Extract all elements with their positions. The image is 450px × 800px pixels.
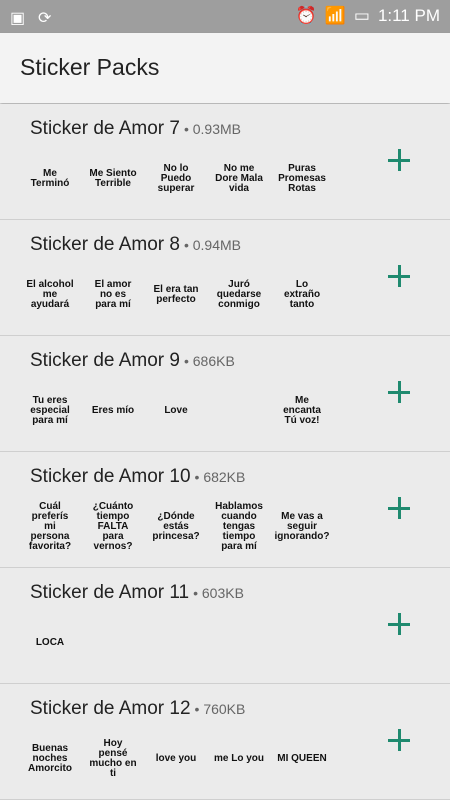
sticker-thumbnail: ¿Cuánto tiempo FALTA para vernos? [92,501,134,552]
sticker-thumbnail: Hablamos cuando tengas tiempo para mí [215,501,263,552]
sticker-thumbnail: MI QUEEN [277,753,327,764]
sticker-thumbnail [214,386,264,436]
battery-icon: ▭ [353,6,370,25]
add-pack-icon[interactable] [386,495,412,521]
sticker-thumbnails: Cuál preferís mi persona favorita? ¿Cuánt… [25,501,330,552]
sticker-thumbnail [151,618,201,668]
status-time: 1:11 PM [377,6,440,25]
sticker-pack-list[interactable]: Sticker de Amor 7 • 0.93MB Me Terminó Me Si… [0,104,450,800]
sticker-pack-row[interactable]: Sticker de Amor 7 • 0.93MB Me Terminó Me Si… [0,104,450,220]
alarm-icon: ⏰ [295,6,317,25]
sticker-thumbnail: ¿Dónde estás princesa? [152,511,200,542]
sticker-pack-name: Sticker de Amor 8 • 0.94MB [30,234,241,255]
sticker-pack-row[interactable]: Sticker de Amor 11 • 603KB LOCA [0,568,450,684]
add-pack-icon[interactable] [386,147,412,173]
sticker-thumbnail: Tu eres especial para mí [30,395,70,426]
sticker-thumbnail: El era tan perfecto [153,284,199,305]
sticker-thumbnail: Love [164,405,188,416]
sticker-thumbnail: LOCA [35,637,65,648]
sticker-pack-row[interactable]: Sticker de Amor 12 • 760KB Buenas noches A… [0,684,450,800]
sticker-pack-name: Sticker de Amor 7 • 0.93MB [30,118,241,139]
sticker-thumbnail: No me Dore Mala vida [215,163,263,194]
sticker-thumbnail: No lo Puedo superar [157,163,195,194]
add-pack-icon[interactable] [386,379,412,405]
sticker-thumbnail [214,618,264,668]
sticker-thumbnail: me Lo you [214,753,265,764]
sticker-thumbnail: Juró quedarse conmigo [216,279,262,310]
sticker-thumbnails: Me Terminó Me Siento Terrible No lo Puedo … [25,154,327,204]
sticker-pack-size: • 682KB [194,469,246,485]
sticker-pack-row[interactable]: Sticker de Amor 8 • 0.94MB El alcohol me a… [0,220,450,336]
sticker-pack-size: • 0.93MB [183,121,241,137]
sticker-thumbnail: Me Terminó [30,168,70,189]
sticker-pack-name: Sticker de Amor 11 • 603KB [30,582,244,603]
app-bar: Sticker Packs [0,33,450,103]
sticker-pack-size: • 760KB [194,701,246,717]
sticker-thumbnail: El amor no es para mí [94,279,132,310]
sticker-thumbnail: Cuál preferís mi persona favorita? [28,501,72,552]
page-title: Sticker Packs [20,54,160,80]
sticker-thumbnail: Hoy pensé mucho en ti [89,738,137,779]
sticker-thumbnail: Puras Promesas Rotas [278,163,326,194]
sticker-thumbnail [88,618,138,668]
sticker-thumbnails: El alcohol me ayudará El amor no es para … [25,270,327,320]
sticker-thumbnail [277,618,327,668]
add-pack-icon[interactable] [386,611,412,637]
sticker-thumbnail: Lo extraño tanto [283,279,321,310]
sticker-pack-name: Sticker de Amor 10 • 682KB [30,466,246,487]
status-bar: ▣ ⟳ ⏰ 📶 ▭ 1:11 PM [0,0,450,33]
sticker-thumbnails: Buenas noches Amorcito Hoy pensé mucho en… [25,734,327,784]
sticker-pack-size: • 603KB [193,585,244,601]
sticker-thumbnails: Tu eres especial para mí Eres mío Love Me e… [25,386,327,436]
add-pack-icon[interactable] [386,727,412,753]
sticker-thumbnail: Eres mío [91,405,135,416]
gallery-icon: ▣ [10,10,26,27]
sticker-thumbnail: love you [155,753,197,764]
sticker-thumbnail: Me encanta Tú voz! [283,395,321,426]
sticker-pack-name: Sticker de Amor 9 • 686KB [30,350,235,371]
sticker-pack-size: • 0.94MB [183,237,241,253]
sticker-thumbnail: Me vas a seguir ignorando? [274,511,330,542]
sticker-pack-size: • 686KB [183,353,235,369]
sticker-pack-name: Sticker de Amor 12 • 760KB [30,698,246,719]
sticker-pack-row[interactable]: Sticker de Amor 10 • 682KB Cuál preferís m… [0,452,450,568]
sync-icon: ⟳ [38,10,52,27]
add-pack-icon[interactable] [386,263,412,289]
wifi-icon: 📶 [324,6,346,25]
sticker-thumbnail: Me Siento Terrible [89,168,137,189]
sticker-thumbnail: El alcohol me ayudará [26,279,74,310]
sticker-thumbnails: LOCA [25,618,327,668]
sticker-pack-row[interactable]: Sticker de Amor 9 • 686KB Tu eres especial… [0,336,450,452]
sticker-thumbnail: Buenas noches Amorcito [28,743,72,774]
